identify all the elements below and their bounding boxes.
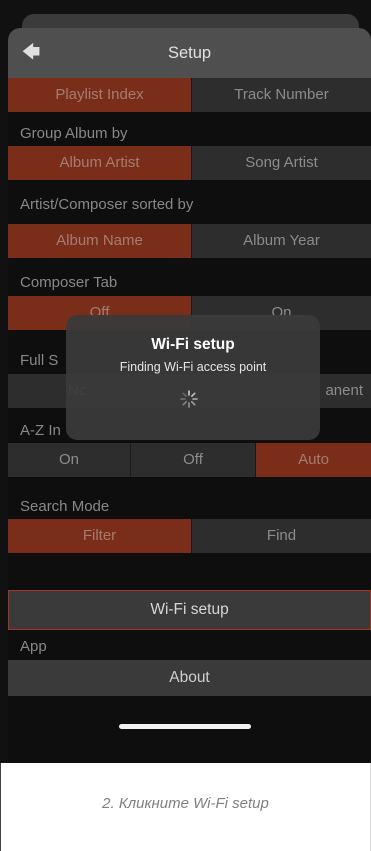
search-mode-control: Filter Find: [8, 519, 371, 553]
page-title: Setup: [167, 44, 212, 62]
option-find[interactable]: Find: [191, 519, 371, 553]
option-filter[interactable]: Filter: [8, 519, 191, 553]
app-section-label: App: [20, 638, 47, 655]
dialog-message: Finding Wi-Fi access point: [119, 360, 267, 374]
option-song-artist[interactable]: Song Artist: [191, 146, 371, 180]
about-button[interactable]: About: [8, 660, 371, 696]
option-album-name[interactable]: Album Name: [8, 224, 191, 258]
home-indicator[interactable]: [119, 724, 251, 729]
step-caption: 2. Кликните Wi-Fi setup: [102, 795, 269, 812]
back-arrow-icon[interactable]: 🡄: [20, 41, 42, 63]
option-az-on[interactable]: On: [8, 443, 130, 477]
option-album-artist[interactable]: Album Artist: [8, 146, 191, 180]
wifi-setup-dialog: Wi-Fi setup Finding Wi-Fi access point: [66, 315, 320, 440]
artist-sort-label: Artist/Composer sorted by: [20, 196, 194, 213]
phone-screen: Setup 🡄 Playlist Index Track Number Grou…: [0, 0, 371, 763]
option-az-off[interactable]: Off: [130, 443, 255, 477]
group-album-label: Group Album by: [20, 125, 128, 142]
playlist-sort-control: Playlist Index Track Number: [8, 78, 371, 112]
wifi-setup-button[interactable]: Wi-Fi setup: [8, 590, 371, 630]
dialog-title: Wi-Fi setup: [151, 336, 235, 353]
search-mode-label: Search Mode: [20, 498, 110, 515]
setup-header: Setup 🡄: [8, 28, 371, 78]
group-album-control: Album Artist Song Artist: [8, 146, 371, 180]
az-index-control: On Off Auto: [8, 443, 371, 477]
spinner-icon: [180, 390, 198, 408]
composer-tab-label: Composer Tab: [20, 274, 118, 291]
option-az-auto[interactable]: Auto: [255, 443, 371, 477]
option-album-year[interactable]: Album Year: [191, 224, 371, 258]
az-index-label: A-Z In: [20, 422, 61, 439]
option-track-number[interactable]: Track Number: [191, 78, 371, 112]
full-screen-label: Full S: [20, 352, 59, 369]
option-playlist-index[interactable]: Playlist Index: [8, 78, 191, 112]
artist-sort-control: Album Name Album Year: [8, 224, 371, 258]
